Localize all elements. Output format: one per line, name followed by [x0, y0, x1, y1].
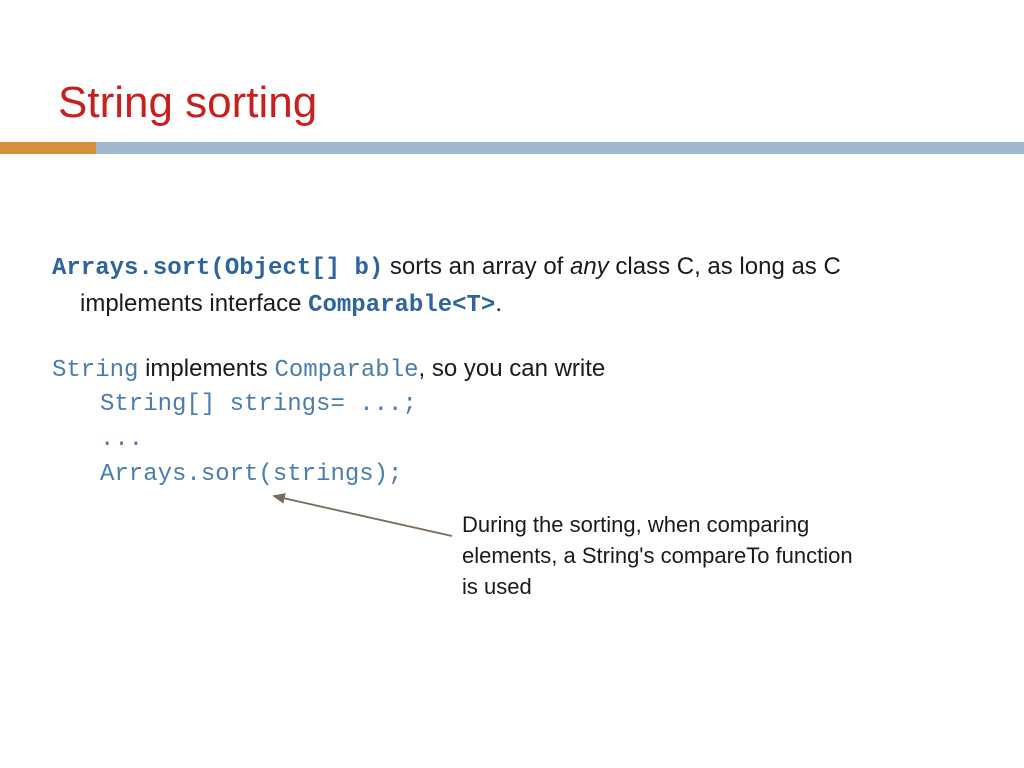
code-comparable-t: Comparable<T>	[308, 292, 495, 319]
callout-line-3: is used	[462, 572, 902, 603]
text: , so you can write	[419, 355, 606, 382]
title-rule	[0, 142, 1024, 154]
code-arrays-sort: Arrays.sort(Object[] b)	[52, 255, 383, 282]
codeblock-line-2: ...	[52, 423, 972, 458]
rule-main	[96, 142, 1024, 154]
callout-line-2: elements, a String's compareTo function	[462, 541, 902, 572]
slide: String sorting Arrays.sort(Object[] b) s…	[0, 0, 1024, 768]
slide-title: String sorting	[58, 78, 317, 128]
spacer	[52, 324, 972, 352]
text: implements interface	[80, 290, 308, 317]
callout-line-1: During the sorting, when comparing	[462, 510, 902, 541]
codeblock-line-3: Arrays.sort(strings);	[52, 458, 972, 493]
para-1-line-1: Arrays.sort(Object[] b) sorts an array o…	[52, 250, 972, 287]
text: .	[495, 290, 502, 317]
code-comparable: Comparable	[274, 357, 418, 384]
text: class C, as long as C	[609, 253, 841, 280]
para-1-line-2: implements interface Comparable<T>.	[52, 287, 972, 324]
italic-any: any	[570, 253, 609, 280]
callout-text: During the sorting, when comparing eleme…	[462, 510, 902, 602]
code-string: String	[52, 357, 138, 384]
codeblock-line-1: String[] strings= ...;	[52, 388, 972, 423]
arrow-icon	[264, 490, 464, 550]
slide-content: Arrays.sort(Object[] b) sorts an array o…	[52, 250, 972, 493]
text: implements	[138, 355, 274, 382]
rule-accent	[0, 142, 96, 154]
para-2-line-1: String implements Comparable, so you can…	[52, 352, 972, 389]
text: sorts an array of	[383, 253, 570, 280]
